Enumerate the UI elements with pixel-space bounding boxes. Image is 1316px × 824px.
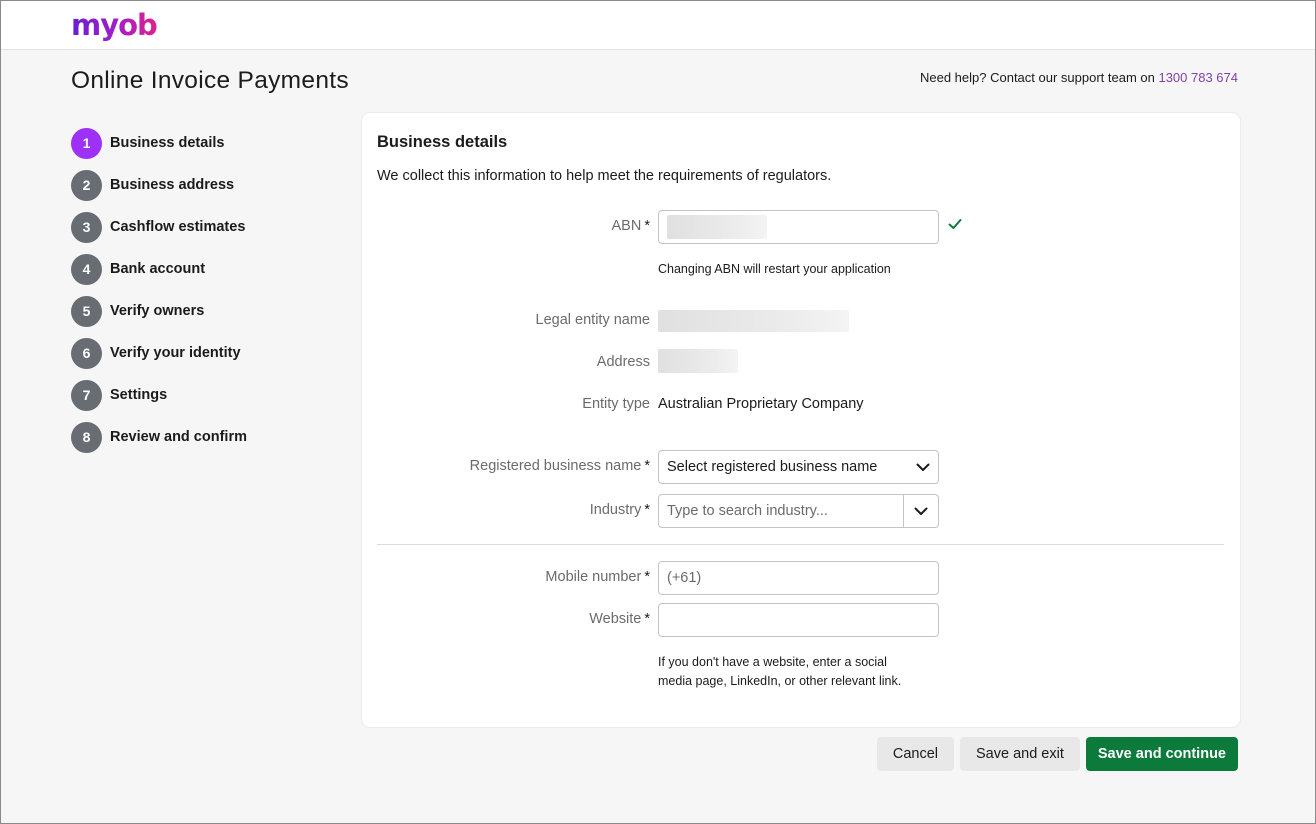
industry-label: Industry *	[362, 502, 650, 518]
step-number: 2	[71, 169, 102, 201]
business-details-card: Business details We collect this informa…	[362, 113, 1240, 727]
step-label: Review and confirm	[110, 429, 247, 445]
mobile-number-label-text: Mobile number	[545, 569, 642, 585]
step-number: 8	[71, 421, 102, 453]
website-label: Website *	[362, 611, 650, 627]
industry-search-input[interactable]: Type to search industry...	[659, 503, 903, 519]
required-marker: *	[644, 569, 650, 585]
chevron-down-icon	[916, 463, 930, 471]
mobile-number-input[interactable]: (+61)	[658, 561, 939, 595]
required-marker: *	[644, 611, 650, 627]
support-phone-link[interactable]: 1300 783 674	[1158, 70, 1238, 85]
website-hint-line2: media page, LinkedIn, or other relevant …	[658, 674, 902, 688]
industry-label-text: Industry	[589, 502, 642, 518]
step-number: 5	[71, 295, 102, 327]
mobile-number-placeholder: (+61)	[667, 570, 702, 586]
step-verify-identity[interactable]: 6 Verify your identity	[71, 332, 331, 374]
registered-business-name-select[interactable]: Select registered business name	[658, 450, 939, 484]
entity-type-label: Entity type	[362, 396, 650, 412]
website-hint-line1: If you don't have a website, enter a soc…	[658, 655, 887, 669]
step-label: Bank account	[110, 261, 206, 277]
card-title: Business details	[377, 133, 508, 151]
address-label: Address	[362, 354, 650, 370]
website-label-text: Website	[589, 611, 642, 627]
required-marker: *	[644, 502, 650, 518]
abn-label-text: ABN	[611, 218, 642, 234]
address-label-text: Address	[596, 354, 650, 370]
step-cashflow-estimates[interactable]: 3 Cashflow estimates	[71, 206, 331, 248]
section-divider	[377, 544, 1224, 545]
legal-entity-name-label-text: Legal entity name	[535, 312, 650, 328]
step-label: Business details	[110, 135, 225, 151]
step-review-confirm[interactable]: 8 Review and confirm	[71, 416, 331, 458]
cancel-button[interactable]: Cancel	[876, 737, 954, 771]
save-and-continue-button[interactable]: Save and continue	[1085, 737, 1238, 771]
page-title: Online Invoice Payments	[71, 67, 349, 94]
abn-redacted-value	[667, 215, 767, 239]
step-settings[interactable]: 7 Settings	[71, 374, 331, 416]
card-description: We collect this information to help meet…	[377, 168, 832, 184]
website-input[interactable]	[658, 603, 939, 637]
progress-steps: 1 Business details 2 Business address 3 …	[71, 122, 331, 458]
mobile-number-label: Mobile number *	[362, 569, 650, 585]
save-and-exit-button[interactable]: Save and exit	[960, 737, 1080, 771]
form-actions: Cancel Save and exit Save and continue	[876, 737, 1238, 771]
help-label: Need help? Contact our support team on	[919, 70, 1159, 85]
step-verify-owners[interactable]: 5 Verify owners	[71, 290, 331, 332]
step-number: 6	[71, 337, 102, 369]
registered-business-name-value: Select registered business name	[667, 459, 878, 475]
step-number: 7	[71, 379, 102, 411]
step-label: Settings	[110, 387, 168, 403]
check-icon	[948, 219, 962, 229]
required-marker: *	[644, 458, 650, 474]
step-label: Cashflow estimates	[110, 219, 246, 235]
abn-input[interactable]	[658, 210, 939, 244]
top-bar: myob	[1, 1, 1315, 50]
step-bank-account[interactable]: 4 Bank account	[71, 248, 331, 290]
chevron-down-icon	[914, 507, 928, 515]
abn-hint: Changing ABN will restart your applicati…	[658, 262, 891, 276]
entity-type-value: Australian Proprietary Company	[658, 396, 864, 412]
step-label: Verify your identity	[110, 345, 241, 361]
industry-combobox[interactable]: Type to search industry...	[658, 494, 939, 528]
step-label: Verify owners	[110, 303, 205, 319]
step-business-details[interactable]: 1 Business details	[71, 122, 331, 164]
step-label: Business address	[110, 177, 235, 193]
legal-entity-name-redacted-value	[658, 310, 849, 332]
abn-label: ABN *	[362, 218, 650, 234]
legal-entity-name-label: Legal entity name	[362, 312, 650, 328]
required-marker: *	[644, 218, 650, 234]
help-text: Need help? Contact our support team on 1…	[920, 70, 1238, 85]
myob-logo[interactable]: myob	[71, 7, 158, 43]
step-business-address[interactable]: 2 Business address	[71, 164, 331, 206]
step-number: 3	[71, 211, 102, 243]
address-redacted-value	[658, 349, 738, 373]
entity-type-label-text: Entity type	[582, 396, 650, 412]
registered-business-name-label: Registered business name *	[362, 458, 650, 474]
step-number: 4	[71, 253, 102, 285]
registered-business-name-label-text: Registered business name	[469, 458, 642, 474]
industry-dropdown-button[interactable]	[903, 495, 938, 527]
step-number: 1	[71, 127, 102, 159]
website-hint: If you don't have a website, enter a soc…	[658, 653, 901, 691]
